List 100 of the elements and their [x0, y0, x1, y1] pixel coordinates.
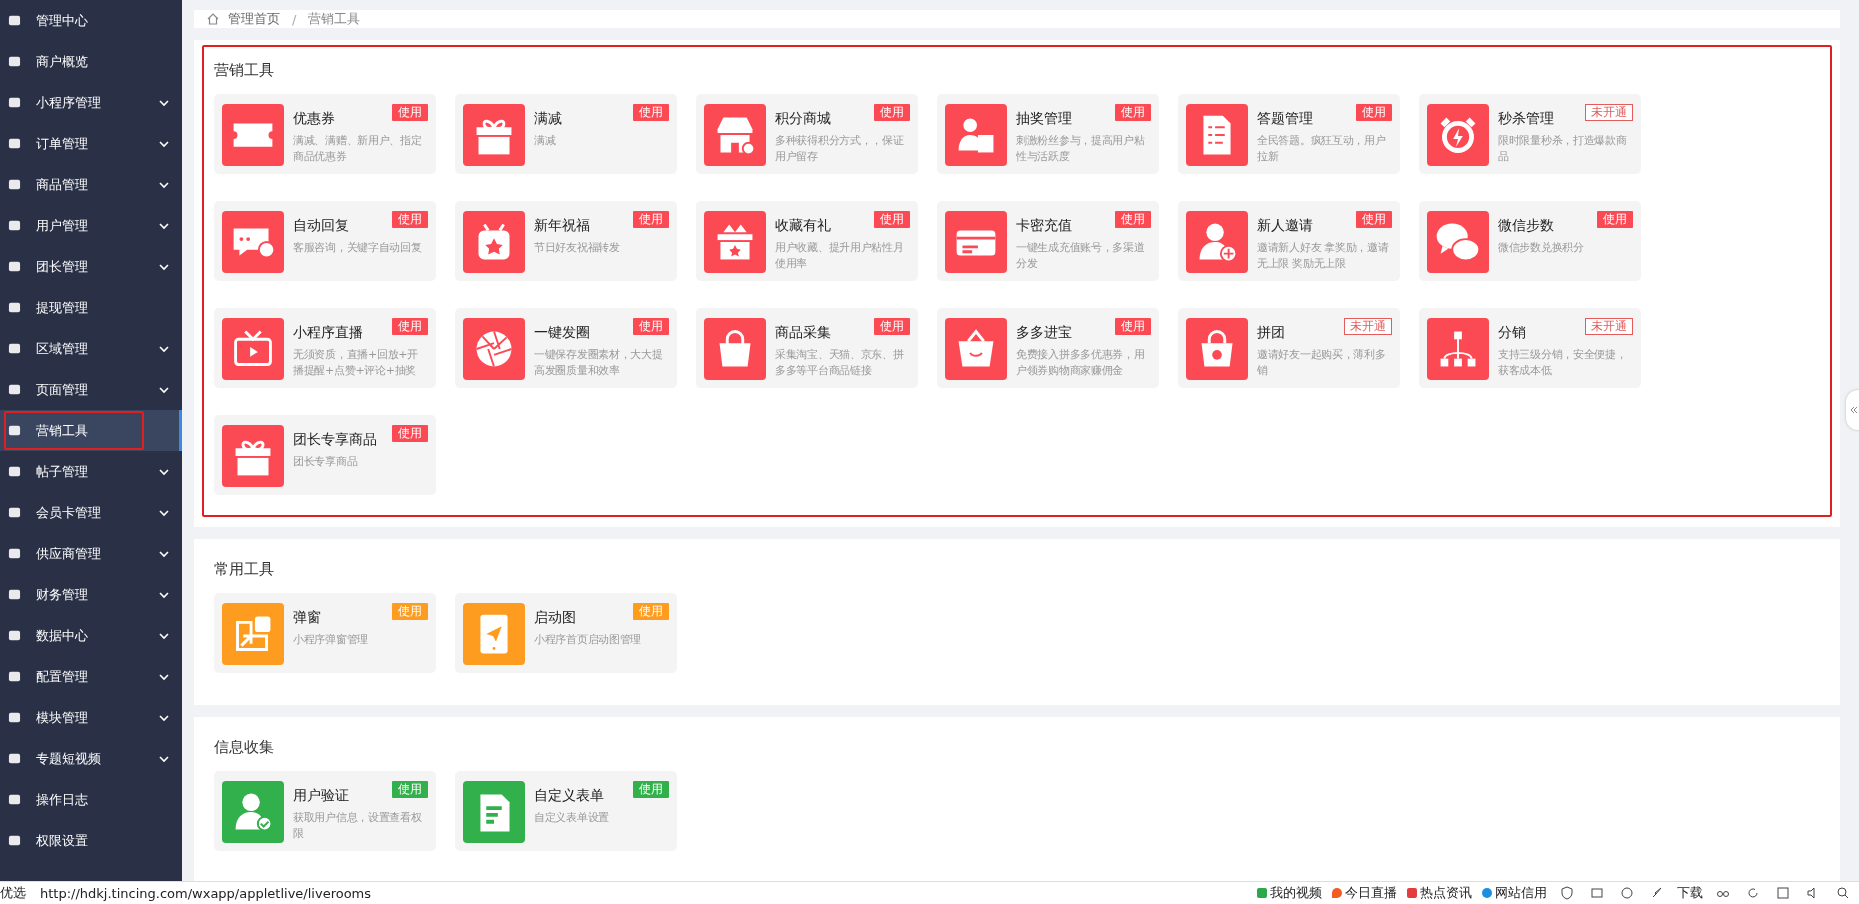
tool-description: 支持三级分销，安全便捷，获客成本低: [1498, 347, 1628, 379]
sidebar-item[interactable]: 页面管理: [0, 369, 182, 410]
tool-description: 一键保存发圈素材，大大提高发圈质量和效率: [534, 347, 664, 379]
sidebar-item[interactable]: 权限设置: [0, 820, 182, 861]
sidebar-item[interactable]: 用户管理: [0, 205, 182, 246]
sidebar-item[interactable]: 供应商管理: [0, 533, 182, 574]
tool-card[interactable]: 自定义表单 使用 自定义表单设置: [455, 771, 677, 851]
tool-card[interactable]: 微信步数 使用 微信步数兑换积分: [1419, 201, 1641, 281]
tool-card[interactable]: 新年祝福 使用 节日好友祝福转发: [455, 201, 677, 281]
tool-title: 自动回复: [293, 217, 349, 235]
tool-description: 满减、满赠、新用户、指定商品优惠券: [293, 133, 423, 165]
sidebar-item[interactable]: 模块管理: [0, 697, 182, 738]
sidebar-item[interactable]: 营销工具: [0, 410, 182, 451]
sidebar-item[interactable]: 数据中心: [0, 615, 182, 656]
status-link[interactable]: 我的视频: [1257, 884, 1322, 902]
tool-description: 多种获得积分方式，，保证用户留存: [775, 133, 905, 165]
home-icon: [206, 12, 220, 26]
download-link[interactable]: 下载: [1677, 884, 1703, 902]
tool-title: 一键发圈: [534, 324, 590, 342]
sidebar-item[interactable]: 专题短视频: [0, 738, 182, 779]
tool-card[interactable]: 收藏有礼 使用 用户收藏、提升用户粘性月使用率: [696, 201, 918, 281]
tool-card[interactable]: 秒杀管理 未开通 限时限量秒杀，打造爆款商品: [1419, 94, 1641, 174]
tool-description: 自定义表单设置: [534, 810, 610, 826]
sidebar-item[interactable]: 商品管理: [0, 164, 182, 205]
tool-title: 抽奖管理: [1016, 110, 1072, 128]
status-link[interactable]: 热点资讯: [1407, 884, 1472, 902]
tool-title: 答题管理: [1257, 110, 1313, 128]
tool-title: 自定义表单: [534, 787, 604, 805]
tool-card[interactable]: 一键发圈 使用 一键保存发圈素材，大大提高发圈质量和效率: [455, 308, 677, 388]
tool-description: 刺激粉丝参与，提高用户粘性与活跃度: [1016, 133, 1146, 165]
tool-description: 客服咨询，关键字自动回复: [293, 240, 423, 256]
sidebar-item[interactable]: 区域管理: [0, 328, 182, 369]
sidebar-item[interactable]: 管理中心: [0, 0, 182, 41]
tool-card[interactable]: 团长专享商品 使用 团长专享商品: [214, 415, 436, 495]
tool-card[interactable]: 小程序直播 使用 无须资质，直播+回放+开播提醒+点赞+评论+抽奖: [214, 308, 436, 388]
sidebar-item[interactable]: 提现管理: [0, 287, 182, 328]
tool-title: 积分商城: [775, 110, 831, 128]
tool-title: 卡密充值: [1016, 217, 1072, 235]
tool-description: 获取用户信息，设置查看权限: [293, 810, 423, 842]
tool-description: 用户收藏、提升用户粘性月使用率: [775, 240, 905, 272]
tool-description: 小程序弹窗管理: [293, 632, 369, 648]
tool-card[interactable]: 自动回复 使用 客服咨询，关键字自动回复: [214, 201, 436, 281]
sidebar-item[interactable]: 操作日志: [0, 779, 182, 820]
tool-card[interactable]: 分销 未开通 支持三级分销，安全便捷，获客成本低: [1419, 308, 1641, 388]
shield-icon[interactable]: [1560, 886, 1574, 900]
breadcrumb-link[interactable]: 管理首页: [228, 10, 280, 28]
sidebar-item[interactable]: 帖子管理: [0, 451, 182, 492]
sidebar-item[interactable]: 商户概览: [0, 41, 182, 82]
tool-description: 邀请新人好友 拿奖励，邀请无上限 奖励无上限: [1257, 240, 1390, 272]
tool-description: 采集淘宝、天猫、京东、拼多多等平台商品链接: [775, 347, 905, 379]
tool-card[interactable]: 满减 使用 满减: [455, 94, 677, 174]
tool-description: 限时限量秒杀，打造爆款商品: [1498, 133, 1628, 165]
sidebar-item[interactable]: 配置管理: [0, 656, 182, 697]
status-link[interactable]: 网站信用: [1482, 884, 1547, 902]
tool-title: 启动图: [534, 609, 576, 627]
sidebar-item[interactable]: 会员卡管理: [0, 492, 182, 533]
tool-title: 用户验证: [293, 787, 349, 805]
sidebar-item[interactable]: 团长管理: [0, 246, 182, 287]
tool-description: 微信步数兑换积分: [1498, 240, 1585, 256]
tool-description: 免费接入拼多多优惠券，用户领券购物商家赚佣金: [1016, 347, 1146, 379]
tool-description: 邀请好友一起购买，薄利多销: [1257, 347, 1387, 379]
sidebar-item[interactable]: 财务管理: [0, 574, 182, 615]
tool-card[interactable]: 积分商城 使用 多种获得积分方式，，保证用户留存: [696, 94, 918, 174]
tool-card[interactable]: 拼团 未开通 邀请好友一起购买，薄利多销: [1178, 308, 1400, 388]
tool-card[interactable]: 启动图 使用 小程序首页启动图管理: [455, 593, 677, 673]
search-icon[interactable]: [1836, 886, 1850, 900]
tool-title: 优惠券: [293, 110, 335, 128]
collapse-handle[interactable]: [1846, 390, 1859, 430]
tool-title: 小程序直播: [293, 324, 363, 342]
sidebar-item[interactable]: 小程序管理: [0, 82, 182, 123]
breadcrumb-separator: /: [292, 11, 297, 27]
status-url: http://hdkj.tincing.com/wxapp/appletlive/liverooms: [40, 885, 372, 901]
tool-description: 节日好友祝福转发: [534, 240, 621, 256]
tool-description: 团长专享商品: [293, 454, 359, 470]
tool-card[interactable]: 抽奖管理 使用 刺激粉丝参与，提高用户粘性与活跃度: [937, 94, 1159, 174]
tool-title: 分销: [1498, 324, 1526, 342]
tool-card[interactable]: 商品采集 使用 采集淘宝、天猫、京东、拼多多等平台商品链接: [696, 308, 918, 388]
tool-title: 满减: [534, 110, 562, 128]
status-badge[interactable]: 未开通: [1585, 318, 1633, 335]
tool-description: 小程序首页启动图管理: [534, 632, 642, 648]
status-text: 优选: [0, 884, 26, 902]
tool-card[interactable]: 用户验证 使用 获取用户信息，设置查看权限: [214, 771, 436, 851]
tool-card[interactable]: 卡密充值 使用 一键生成充值账号，多渠道分发: [937, 201, 1159, 281]
tool-description: 满减: [534, 133, 557, 149]
section-title: 营销工具: [214, 61, 275, 80]
status-badge[interactable]: 未开通: [1585, 104, 1633, 121]
status-link[interactable]: 今日直播: [1332, 884, 1397, 902]
tool-card[interactable]: 新人邀请 使用 邀请新人好友 拿奖励，邀请无上限 奖励无上限: [1178, 201, 1400, 281]
tool-title: 新年祝福: [534, 217, 590, 235]
status-badge[interactable]: 未开通: [1344, 318, 1392, 335]
tool-card[interactable]: 优惠券 使用 满减、满赠、新用户、指定商品优惠券: [214, 94, 436, 174]
tool-title: 拼团: [1257, 324, 1285, 342]
tool-description: 全民答题。疯狂互动，用户拉新: [1257, 133, 1387, 165]
tool-card[interactable]: 弹窗 使用 小程序弹窗管理: [214, 593, 436, 673]
tool-card[interactable]: 答题管理 使用 全民答题。疯狂互动，用户拉新: [1178, 94, 1400, 174]
tool-title: 收藏有礼: [775, 217, 831, 235]
tool-title: 商品采集: [775, 324, 831, 342]
sidebar-item[interactable]: 订单管理: [0, 123, 182, 164]
tool-title: 微信步数: [1498, 217, 1554, 235]
tool-card[interactable]: 多多进宝 使用 免费接入拼多多优惠券，用户领券购物商家赚佣金: [937, 308, 1159, 388]
